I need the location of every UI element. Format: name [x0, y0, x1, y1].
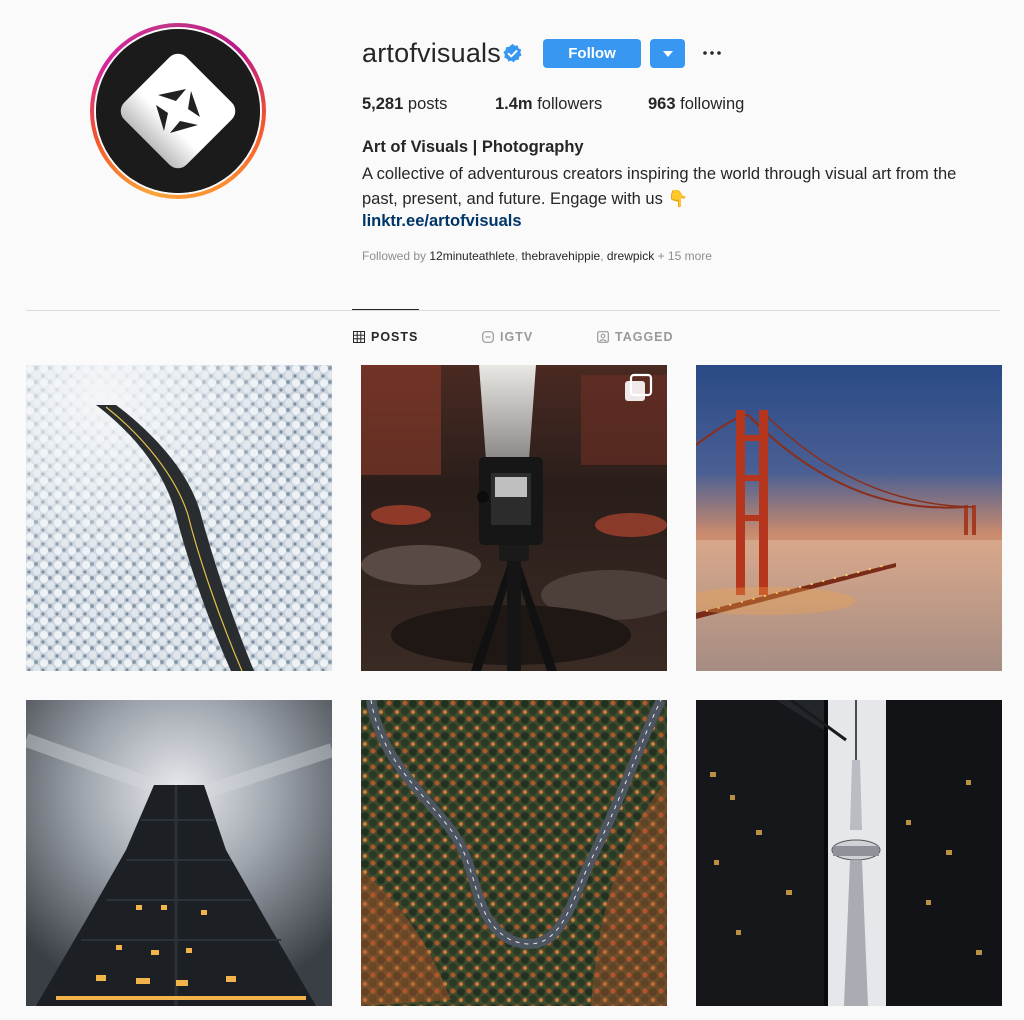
post-image-frosted-forest: [26, 365, 332, 671]
followed-by-prefix: Followed by: [362, 249, 427, 263]
post-thumbnail[interactable]: [361, 700, 667, 1006]
verified-badge-icon: [503, 43, 522, 63]
more-options-button[interactable]: [700, 40, 724, 66]
profile-full-name: Art of Visuals | Photography: [362, 138, 584, 156]
profile-website-link[interactable]: linktr.ee/artofvisuals: [362, 212, 522, 231]
post-image-dark-skyscraper: [26, 700, 332, 1006]
followed-by-user[interactable]: drewpick: [607, 249, 654, 263]
bio-line-1: A collective of adventurous creators ins…: [362, 165, 957, 183]
followers-count: 1.4m: [495, 95, 533, 113]
posts-count-stat: 5,281 posts: [362, 95, 447, 114]
triangle-down-icon: [662, 50, 673, 57]
active-tab-indicator: [352, 309, 419, 310]
grid-icon: [353, 331, 365, 343]
username: artofvisuals: [362, 38, 501, 68]
post-image-winding-road: [361, 700, 667, 1006]
followed-by-more[interactable]: + 15 more: [658, 249, 712, 263]
igtv-icon: [482, 331, 494, 343]
tabs-divider: [26, 310, 1000, 311]
profile-avatar-ring[interactable]: [90, 23, 266, 199]
tab-igtv[interactable]: IGTV: [482, 330, 533, 344]
post-thumbnail[interactable]: [696, 365, 1002, 671]
post-image-cn-tower: [696, 700, 1002, 1006]
follow-button[interactable]: Follow: [543, 39, 641, 68]
profile-bio: A collective of adventurous creators ins…: [362, 162, 1002, 212]
post-image-camera-waterfall: [361, 365, 667, 671]
post-thumbnail[interactable]: [696, 700, 1002, 1006]
followed-by-text: Followed by 12minuteathlete, thebravehip…: [362, 249, 712, 263]
following-label: following: [680, 95, 745, 113]
followed-by-user[interactable]: thebravehippie: [521, 249, 600, 263]
post-thumbnail[interactable]: [26, 700, 332, 1006]
post-thumbnail[interactable]: [26, 365, 332, 671]
followers-label: followers: [537, 95, 603, 113]
avatar[interactable]: [96, 29, 260, 193]
ellipsis-icon: [703, 51, 721, 55]
tagged-icon: [597, 331, 609, 343]
artofvisuals-logo: [96, 29, 260, 193]
bio-line-2: past, present, and future. Engage with u…: [362, 190, 688, 208]
tab-igtv-label: IGTV: [500, 330, 534, 344]
followed-by-user[interactable]: 12minuteathlete: [429, 249, 514, 263]
tab-tagged-label: TAGGED: [615, 330, 674, 344]
tab-posts-label: POSTS: [371, 330, 419, 344]
tab-tagged[interactable]: TAGGED: [597, 330, 674, 344]
posts-count: 5,281: [362, 95, 404, 113]
suggestions-dropdown-button[interactable]: [650, 39, 685, 68]
followers-stat[interactable]: 1.4m followers: [495, 95, 602, 114]
posts-label: posts: [407, 95, 448, 113]
following-count: 963: [648, 95, 676, 113]
post-thumbnail[interactable]: [361, 365, 667, 671]
post-image-golden-gate: [696, 365, 1002, 671]
following-stat[interactable]: 963 following: [648, 95, 744, 114]
tab-posts[interactable]: POSTS: [353, 330, 418, 344]
